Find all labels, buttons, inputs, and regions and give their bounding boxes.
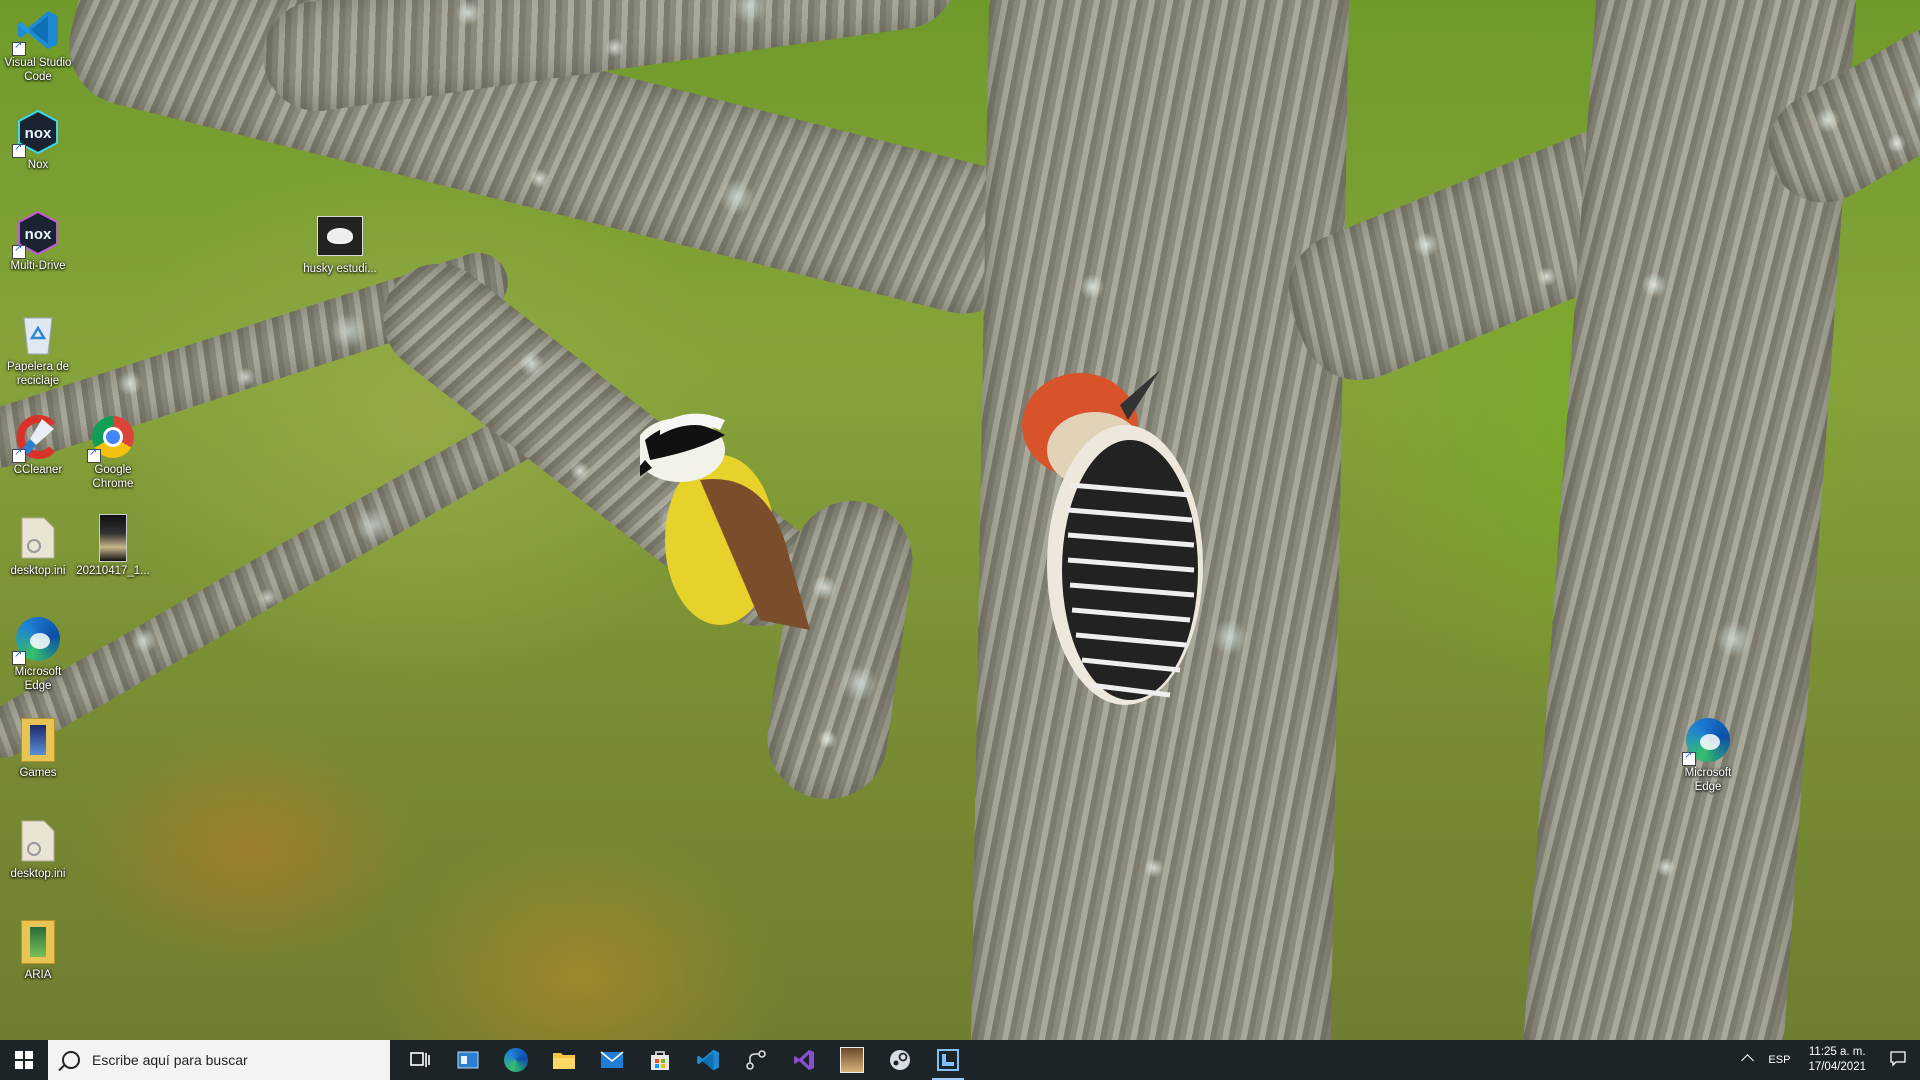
woodpecker-bird (1022, 370, 1203, 705)
taskbar-vscode[interactable] (684, 1040, 732, 1080)
taskbar-visual-studio[interactable] (780, 1040, 828, 1080)
folder-icon (14, 918, 62, 966)
folder-icon (14, 716, 62, 764)
taskbar-search-box[interactable]: Escribe aquí para buscar (48, 1040, 390, 1080)
task-view-button[interactable] (396, 1040, 444, 1080)
app-l-icon (937, 1049, 959, 1071)
steam-icon (890, 1050, 910, 1070)
desktop-icon-label: Google Chrome (92, 464, 134, 490)
shortcut-arrow-icon (12, 447, 26, 463)
desktop-icon-games[interactable]: Games (0, 716, 76, 780)
image-file-icon (316, 212, 364, 260)
taskbar: Escribe aquí para buscar ESP 11:25 a. m.… (0, 1040, 1920, 1080)
svg-text:nox: nox (25, 125, 52, 142)
ccleaner-icon (12, 413, 62, 463)
edge-icon (504, 1048, 528, 1072)
recycle-bin-icon (14, 310, 62, 358)
search-icon (62, 1051, 80, 1069)
desktop-icon-label: 20210417_1... (76, 565, 150, 577)
clock-time: 11:25 a. m. (1808, 1046, 1866, 1058)
desktop-icon-label: ARIA (24, 969, 52, 981)
taskbar-app-l[interactable] (924, 1040, 972, 1080)
notifications-button[interactable] (1876, 1050, 1920, 1070)
search-placeholder: Escribe aquí para buscar (92, 1052, 248, 1068)
desktop-icon-label: Games (19, 767, 57, 779)
desktop-icon-label: Visual Studio Code (4, 57, 72, 83)
shortcut-arrow-icon (12, 40, 26, 56)
git-icon (746, 1050, 766, 1070)
taskbar-store[interactable] (636, 1040, 684, 1080)
chevron-up-icon (1741, 1054, 1755, 1067)
desktop-icon-photo-file[interactable]: 20210417_1... (75, 514, 151, 578)
nox-multidrive-icon: nox (12, 209, 62, 259)
mail-icon (600, 1051, 624, 1068)
visual-studio-icon (794, 1050, 814, 1070)
desktop-icon-label: desktop.ini (10, 868, 66, 880)
vscode-icon (12, 6, 62, 56)
desktop-icon-vscode[interactable]: Visual Studio Code (0, 6, 76, 84)
shortcut-arrow-icon (12, 649, 26, 665)
start-button[interactable] (0, 1040, 48, 1080)
desktop-icon-desktop-ini-2[interactable]: desktop.ini (0, 817, 76, 881)
desktop-icon-label: Papelera de reciclaje (6, 361, 70, 387)
taskbar-git[interactable] (732, 1040, 780, 1080)
edge-icon (1682, 716, 1732, 766)
desktop-icon-recycle-bin[interactable]: Papelera de reciclaje (0, 310, 76, 388)
desktop-icon-label: desktop.ini (10, 565, 66, 577)
desktop-icon-label: Microsoft Edge (1684, 767, 1732, 793)
photo-app-icon (840, 1047, 864, 1073)
desktop-wallpaper (0, 0, 1920, 1040)
desktop-icon-ccleaner[interactable]: CCleaner (0, 413, 76, 477)
ini-file-icon (14, 514, 62, 562)
vscode-icon (697, 1049, 719, 1071)
desktop-icon-aria[interactable]: ARIA (0, 918, 76, 982)
notification-icon (1890, 1050, 1906, 1067)
task-view-icon (410, 1052, 430, 1067)
explorer-window-icon (457, 1051, 479, 1069)
language-indicator[interactable]: ESP (1760, 1054, 1798, 1066)
desktop-icon-label: CCleaner (13, 464, 63, 476)
chrome-icon (87, 413, 137, 463)
system-tray: ESP 11:25 a. m. 17/04/2021 (1735, 1040, 1920, 1080)
taskbar-photo-app[interactable] (828, 1040, 876, 1080)
clock-date: 17/04/2021 (1808, 1061, 1866, 1073)
desktop-icon-multi-drive[interactable]: nox Multi-Drive (0, 209, 76, 273)
desktop-icon-nox[interactable]: nox Nox (0, 108, 76, 172)
shortcut-arrow-icon (1682, 750, 1696, 766)
taskbar-file-explorer[interactable] (540, 1040, 588, 1080)
shortcut-arrow-icon (12, 142, 26, 158)
show-hidden-icons-button[interactable] (1735, 1052, 1760, 1068)
shortcut-arrow-icon (87, 447, 101, 463)
desktop-icon-label: Microsoft Edge (14, 666, 62, 692)
ini-file-icon (14, 817, 62, 865)
desktop-icon-microsoft-edge-2[interactable]: Microsoft Edge (1670, 716, 1746, 794)
desktop-icon-label: Nox (27, 159, 49, 171)
desktop-icon-microsoft-edge[interactable]: Microsoft Edge (0, 615, 76, 693)
edge-icon (12, 615, 62, 665)
taskbar-explorer-window[interactable] (444, 1040, 492, 1080)
desktop-icon-label: husky estudi... (303, 263, 377, 275)
shortcut-arrow-icon (12, 243, 26, 259)
svg-text:nox: nox (25, 226, 52, 243)
desktop-icon-husky-image[interactable]: husky estudi... (302, 212, 378, 276)
kiskadee-bird (640, 413, 810, 630)
store-icon (651, 1051, 669, 1070)
clock[interactable]: 11:25 a. m. 17/04/2021 (1798, 1045, 1876, 1075)
desktop-icon-google-chrome[interactable]: Google Chrome (75, 413, 151, 491)
photo-file-icon (89, 514, 137, 562)
desktop-icon-desktop-ini[interactable]: desktop.ini (0, 514, 76, 578)
taskbar-mail[interactable] (588, 1040, 636, 1080)
nox-icon: nox (12, 108, 62, 158)
taskbar-steam[interactable] (876, 1040, 924, 1080)
desktop-icon-label: Multi-Drive (10, 260, 66, 272)
taskbar-edge[interactable] (492, 1040, 540, 1080)
file-explorer-icon (553, 1053, 575, 1069)
windows-logo-icon (15, 1051, 33, 1069)
